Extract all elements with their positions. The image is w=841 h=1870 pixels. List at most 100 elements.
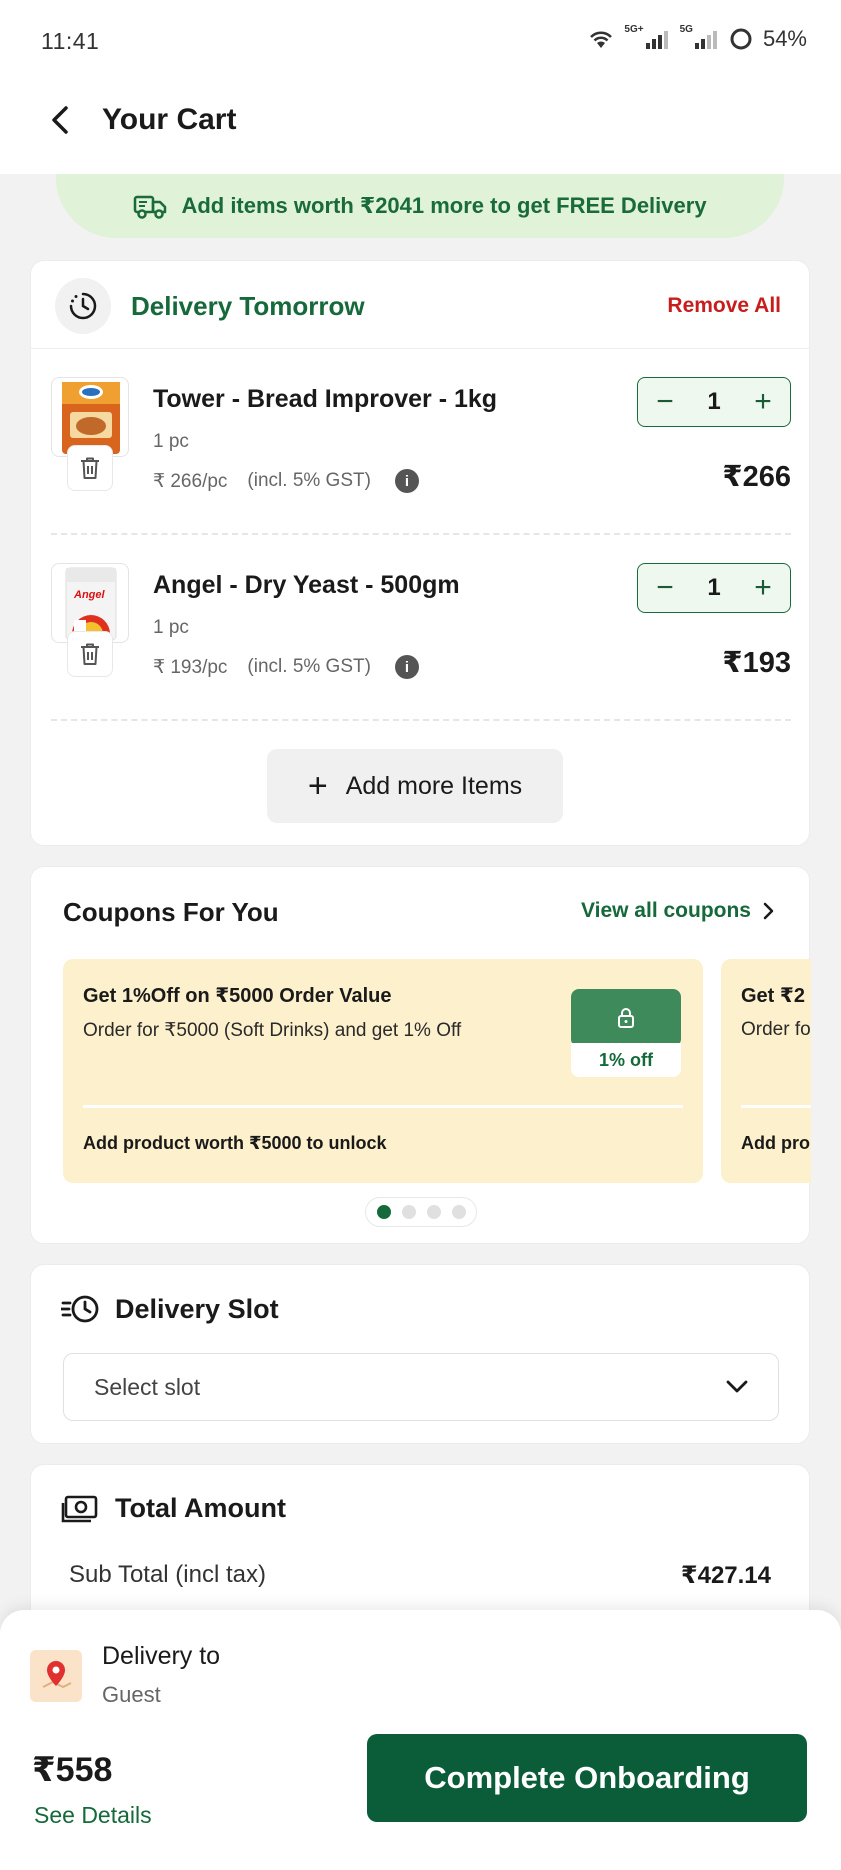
info-icon[interactable]: i <box>394 469 419 493</box>
network-label-2: 5G <box>679 23 693 35</box>
cart-item: Angel Angel - Dry Yeast - 500gm 1 pc ₹ 1… <box>31 535 811 721</box>
trash-icon <box>81 643 99 665</box>
quantity-stepper: − 1 + <box>637 563 791 613</box>
remove-all-button[interactable]: Remove All <box>667 294 781 318</box>
product-name[interactable]: Angel - Dry Yeast - 500gm <box>153 571 460 600</box>
coupons-card: Coupons For You View all coupons Get 1%O… <box>30 866 811 1244</box>
delivery-time-icon <box>55 278 111 334</box>
plus-icon: + <box>307 767 328 805</box>
status-icons: 5G+ 5G 54% <box>588 23 807 52</box>
tax-note: (incl. 5% GST) <box>247 470 371 491</box>
cash-icon <box>61 1495 98 1522</box>
unit-price-row: ₹ 266/pc (incl. 5% GST) i <box>153 469 419 493</box>
free-delivery-text: Add items worth ₹2041 more to get FREE D… <box>181 193 707 218</box>
delivery-slot-title: Delivery Slot <box>115 1293 279 1324</box>
coupon-card[interactable]: Get ₹2 Order fo Add pro <box>721 959 811 1183</box>
total-amount-title: Total Amount <box>115 1493 286 1523</box>
delivery-to-label: Delivery to <box>102 1642 221 1670</box>
free-delivery-banner: Add items worth ₹2041 more to get FREE D… <box>56 174 784 238</box>
page-title: Your Cart <box>102 103 237 136</box>
coupon-discount: 1% off <box>571 1043 681 1077</box>
unit-price: ₹ 266/pc <box>153 470 228 492</box>
svg-text:Angel: Angel <box>73 589 106 601</box>
delete-item-button[interactable] <box>67 445 113 491</box>
item-total-price: ₹266 <box>722 461 791 493</box>
decrement-button[interactable]: − <box>652 573 678 603</box>
checkout-bar: Delivery to Guest ₹558 See Details Compl… <box>0 1610 841 1870</box>
delivery-group-header: Delivery Tomorrow Remove All <box>31 261 809 349</box>
battery-icon <box>730 28 752 50</box>
delivery-slot-placeholder: Select slot <box>94 1373 201 1400</box>
network-label-1: 5G+ <box>624 23 644 35</box>
pagination-dot[interactable] <box>401 1205 416 1219</box>
trash-icon <box>81 457 99 479</box>
info-icon[interactable]: i <box>394 655 419 679</box>
view-all-coupons-link[interactable]: View all coupons <box>581 899 775 923</box>
quantity-value: 1 <box>707 388 721 415</box>
complete-onboarding-label: Complete Onboarding <box>424 1760 750 1795</box>
cart-item: Tower - Bread Improver - 1kg 1 pc ₹ 266/… <box>31 349 811 535</box>
status-bar: 11:41 5G+ 5G 54% <box>0 0 841 84</box>
subtotal-label: Sub Total (incl tax) <box>69 1561 266 1588</box>
increment-button[interactable]: + <box>750 387 776 417</box>
see-details-link[interactable]: See Details <box>34 1802 152 1829</box>
coupon-card[interactable]: Get 1%Off on ₹5000 Order Value Order for… <box>63 959 703 1183</box>
carousel-pagination <box>365 1197 477 1227</box>
back-arrow-icon <box>52 106 68 134</box>
coupon-unlock-text: Add pro <box>741 1133 810 1153</box>
location-pin-icon <box>30 1650 82 1702</box>
delivery-group-label: Delivery Tomorrow <box>131 291 365 321</box>
coupons-title: Coupons For You <box>63 897 279 927</box>
coupon-title: Get ₹2 <box>741 985 805 1007</box>
delivery-slot-card: Delivery Slot Select slot <box>30 1264 810 1444</box>
decrement-button[interactable]: − <box>652 387 678 417</box>
complete-onboarding-button[interactable]: Complete Onboarding <box>367 1734 807 1822</box>
coupon-unlock-text: Add product worth ₹5000 to unlock <box>83 1133 387 1153</box>
wifi-icon <box>590 31 613 48</box>
item-total-price: ₹193 <box>722 647 791 679</box>
coupon-divider <box>83 1105 683 1108</box>
item-divider <box>51 719 791 721</box>
signal-icon <box>645 31 668 49</box>
grand-total: ₹558 <box>32 1751 113 1789</box>
chevron-right-icon <box>763 902 774 920</box>
coupon-description: Order fo <box>741 1019 811 1040</box>
signal-icon-2 <box>694 31 717 49</box>
pagination-dot-active[interactable] <box>376 1205 391 1219</box>
chevron-down-icon <box>726 1380 748 1393</box>
quantity-stepper: − 1 + <box>637 377 791 427</box>
battery-percent: 54% <box>762 26 807 51</box>
cart-card: Delivery Tomorrow Remove All Tower - Bre… <box>30 260 810 846</box>
unit-price: ₹ 193/pc <box>153 656 228 678</box>
fast-clock-icon <box>61 1295 99 1323</box>
delete-item-button[interactable] <box>67 631 113 677</box>
delivery-slot-header: Delivery Slot <box>61 1293 279 1325</box>
delivery-recipient[interactable]: Guest <box>102 1682 161 1708</box>
coupon-divider <box>741 1105 811 1108</box>
increment-button[interactable]: + <box>750 573 776 603</box>
delivery-truck-icon <box>134 195 167 219</box>
quantity-value: 1 <box>707 574 721 601</box>
subtotal-value: ₹427.14 <box>680 1562 771 1589</box>
add-more-items-label: Add more Items <box>345 771 523 800</box>
add-more-items-button[interactable]: + Add more Items <box>267 749 563 823</box>
coupon-badge: 1% off <box>571 989 681 1085</box>
product-qty-label: 1 pc <box>153 617 189 638</box>
app-header: Your Cart <box>0 84 841 174</box>
status-time: 11:41 <box>41 28 100 54</box>
lock-icon <box>571 989 681 1047</box>
product-name[interactable]: Tower - Bread Improver - 1kg <box>153 385 497 414</box>
product-qty-label: 1 pc <box>153 431 189 452</box>
view-all-coupons-label: View all coupons <box>581 899 751 922</box>
coupon-description: Order for ₹5000 (Soft Drinks) and get 1%… <box>83 1020 462 1041</box>
pagination-dot[interactable] <box>426 1205 441 1219</box>
tax-note: (incl. 5% GST) <box>247 656 371 677</box>
delivery-slot-dropdown[interactable]: Select slot <box>63 1353 779 1421</box>
unit-price-row: ₹ 193/pc (incl. 5% GST) i <box>153 655 419 679</box>
coupon-carousel[interactable]: Get 1%Off on ₹5000 Order Value Order for… <box>63 959 811 1185</box>
back-button[interactable] <box>38 98 82 142</box>
coupon-title: Get 1%Off on ₹5000 Order Value <box>83 985 392 1007</box>
pagination-dot[interactable] <box>451 1205 466 1219</box>
subtotal-row: Sub Total (incl tax) ₹427.14 <box>69 1561 771 1590</box>
total-amount-header: Total Amount <box>61 1493 286 1524</box>
